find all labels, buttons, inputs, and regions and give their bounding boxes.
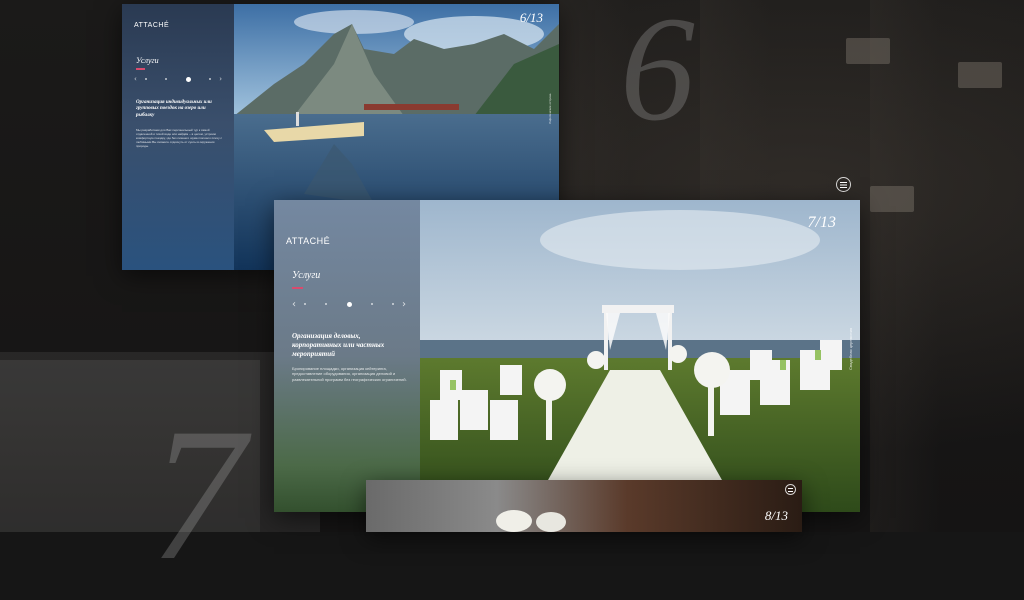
slide-body: Мы разработаем для Вас персональный тур …: [136, 128, 222, 149]
slide-7-sidebar: ATTACHÉ Услуги ‹ › Организация деловых, …: [274, 200, 420, 512]
nav-dot[interactable]: [209, 78, 212, 80]
slide-heading: Организация деловых, корпоративных или ч…: [292, 332, 385, 358]
slide-6-sidebar: ATTACHÉ Услуги ‹ › Организация индивидуа…: [122, 4, 234, 270]
slide-counter: 7/13: [807, 214, 836, 231]
chevron-right-icon[interactable]: ›: [219, 75, 222, 83]
flower-shape: [496, 510, 532, 532]
section-accent-line: [292, 287, 303, 289]
chevron-left-icon[interactable]: ‹: [292, 299, 296, 310]
section-title: Услуги: [292, 270, 321, 281]
flower-shape: [536, 512, 566, 532]
slide-counter: 6/13: [519, 10, 543, 25]
slide-body: Бронирование площадки, организация кейте…: [292, 366, 407, 382]
chevron-right-icon[interactable]: ›: [402, 299, 406, 310]
section-accent-line: [136, 68, 145, 70]
photo-caption: Лофотенские острова: [548, 93, 552, 124]
menu-icon: [788, 487, 793, 492]
nav-dot[interactable]: [144, 78, 147, 80]
menu-button[interactable]: [836, 177, 851, 192]
background-big-number-6: 6: [620, 0, 728, 150]
nav-dot-active[interactable]: [346, 301, 352, 307]
wedding-image: [420, 200, 860, 512]
nav-dot[interactable]: [392, 303, 394, 305]
slide-nav: ‹ ›: [134, 74, 222, 84]
slide-7: ATTACHÉ Услуги ‹ › Организация деловых, …: [274, 200, 860, 512]
slide-heading: Организация индивидуальных или групповых…: [136, 100, 212, 118]
nav-dot[interactable]: [325, 303, 328, 305]
slide-nav: ‹ ›: [292, 298, 406, 310]
section-title: Услуги: [136, 56, 159, 65]
big-number-6: 6: [620, 0, 695, 152]
nav-dot[interactable]: [165, 78, 168, 80]
chevron-left-icon[interactable]: ‹: [134, 75, 137, 83]
logo[interactable]: ATTACHÉ: [286, 236, 330, 246]
slide-8: 8/13: [366, 480, 802, 532]
logo[interactable]: ATTACHÉ: [134, 22, 169, 29]
big-number-7: 7: [150, 390, 245, 600]
photo-caption: Свадебная церемония: [848, 327, 853, 370]
slide-counter: 8/13: [764, 508, 788, 523]
menu-icon: [840, 181, 847, 188]
menu-button[interactable]: [785, 484, 796, 495]
nav-dot[interactable]: [304, 303, 306, 305]
nav-dot[interactable]: [370, 303, 373, 305]
slide-7-photo-wedding: 7/13 Свадебная церемония: [420, 200, 860, 512]
nav-dot-active[interactable]: [185, 76, 191, 82]
slide-8-photo: [366, 480, 802, 532]
